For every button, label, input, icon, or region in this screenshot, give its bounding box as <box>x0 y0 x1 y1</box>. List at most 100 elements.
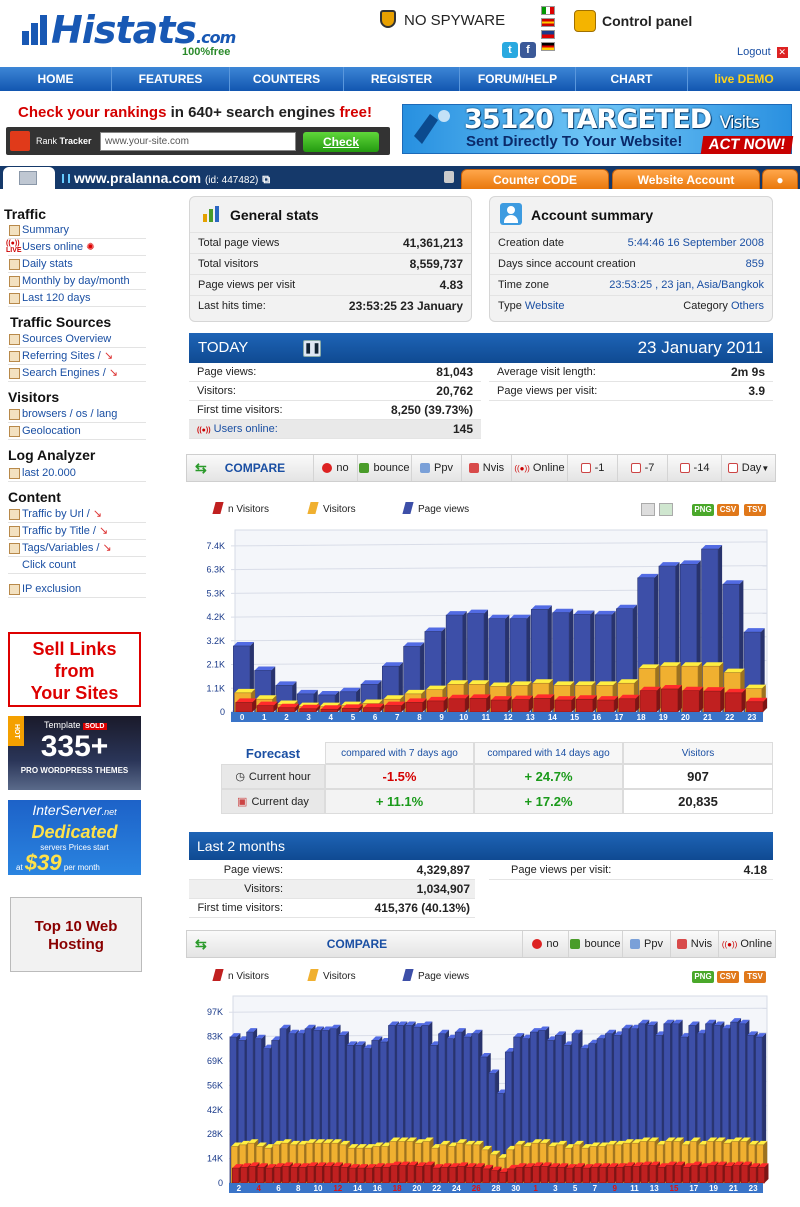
last2-ppv-label: Page views per visit: <box>511 864 612 876</box>
sidebar-item-sources-overview[interactable]: Sources Overview <box>8 331 146 348</box>
tab-help[interactable]: ● <box>762 169 798 189</box>
legend2-visitors[interactable]: Visitors <box>307 969 356 982</box>
sidebar-item-traffic-url[interactable]: Traffic by Url / ↘ <box>8 506 146 523</box>
png-button[interactable]: PNG <box>692 504 714 516</box>
compare-day-select[interactable]: Day ▼ <box>721 455 775 481</box>
compare-bounce[interactable]: bounce <box>357 455 411 481</box>
ad-top10-line1: Top 10 Web <box>34 918 118 935</box>
compare-online[interactable]: ((●)) Online <box>511 455 567 481</box>
compare2-no[interactable]: no <box>522 931 568 957</box>
account-category-link[interactable]: Others <box>731 300 764 312</box>
sidebar-item-click-count[interactable]: Click count <box>8 557 146 574</box>
flag-germany-icon[interactable] <box>541 42 555 51</box>
nav-features[interactable]: FEATURES <box>112 67 230 91</box>
logo-suffix: .com <box>196 28 236 47</box>
legend-pageviews[interactable]: Page views <box>402 502 469 515</box>
legend-nvisitors[interactable]: n Visitors <box>212 502 269 515</box>
chart-bar <box>278 707 296 713</box>
sidebar-item-tags[interactable]: Tags/Variables / ↘ <box>8 540 146 557</box>
legend-visitors[interactable]: Visitors <box>307 502 356 515</box>
today-row-online[interactable]: ((●)) Users online: 145 <box>189 420 481 439</box>
sidebar-item-traffic-title[interactable]: Traffic by Title / ↘ <box>8 523 146 540</box>
nav-counters[interactable]: COUNTERS <box>230 67 344 91</box>
sidebar-item-summary[interactable]: Summary <box>8 222 146 239</box>
nav-forum-help[interactable]: FORUM/HELP <box>460 67 576 91</box>
nav-register[interactable]: REGISTER <box>344 67 460 91</box>
flag-uk-icon[interactable] <box>541 30 555 39</box>
sidebar-item-referring-sites[interactable]: Referring Sites / ↘ <box>8 348 146 365</box>
ad-wordpress-themes[interactable]: HOT Template SOLD 335+ PRO WORDPRESS THE… <box>8 716 141 790</box>
sidebar-item-search-engines[interactable]: Search Engines / ↘ <box>8 365 146 382</box>
chart-bar <box>565 1167 573 1184</box>
tsv-button-2[interactable]: TSV <box>744 971 766 983</box>
sidebar-item-geolocation[interactable]: Geolocation <box>8 423 146 440</box>
compare-day-label: Day <box>741 462 762 474</box>
sidebar-item-users-online[interactable]: ((●)) LIVE Users online ✺ <box>6 239 146 256</box>
chart-type-area-icon[interactable] <box>659 503 673 516</box>
flag-italy-icon[interactable] <box>541 6 555 15</box>
tab-website-account[interactable]: Website Account <box>612 169 760 189</box>
nav-home[interactable]: HOME <box>0 67 112 91</box>
compare2-bounce[interactable]: bounce <box>568 931 622 957</box>
account-type-link[interactable]: Website <box>525 300 565 312</box>
close-icon[interactable]: ✕ <box>776 47 788 58</box>
ad-interserver[interactable]: InterServer.net Dedicated servers Prices… <box>8 800 141 875</box>
flag-spain-icon[interactable] <box>541 18 555 27</box>
facebook-icon[interactable]: f <box>520 42 536 58</box>
compare-no[interactable]: no <box>313 455 357 481</box>
legend2-pageviews[interactable]: Page views <box>402 969 469 982</box>
csv-button[interactable]: CSV <box>717 504 739 516</box>
csv-button-2[interactable]: CSV <box>717 971 739 983</box>
twitter-icon[interactable]: t <box>502 42 518 58</box>
chart-y-tick-label: 2.1K <box>206 660 225 670</box>
compare-minus1[interactable]: -1 <box>567 455 617 481</box>
no-icon <box>322 463 333 473</box>
clock-icon: ◷ <box>235 771 245 783</box>
ad-top10-hosting[interactable]: Top 10 Web Hosting <box>10 897 142 972</box>
png-button-2[interactable]: PNG <box>692 971 714 983</box>
sidebar-item-last120[interactable]: Last 120 days <box>8 290 146 307</box>
site-tab[interactable] <box>3 167 55 189</box>
tab-counter-code[interactable]: Counter CODE <box>461 169 609 189</box>
refresh-icon[interactable]: ⇆ <box>195 936 207 953</box>
tsv-button[interactable]: TSV <box>744 504 766 516</box>
trend-icon: ↘ <box>108 367 119 379</box>
compare2-ppv[interactable]: Ppv <box>622 931 670 957</box>
sidebar-item-monthly[interactable]: Monthly by day/month <box>8 273 146 290</box>
logout-text[interactable]: Logout <box>737 46 771 58</box>
ad-interserver-name: InterServer.net <box>8 802 141 818</box>
chart-type-bar-icon[interactable] <box>641 503 655 516</box>
chart-bar <box>599 1166 607 1184</box>
compare-minus14[interactable]: -14 <box>667 455 721 481</box>
sidebar-item-ip-exclusion[interactable]: IP exclusion <box>8 581 146 598</box>
chart-x-tick-label: 14 <box>353 1184 362 1193</box>
chart-bar <box>574 1166 582 1184</box>
sidebar-item-browsers[interactable]: browsers / os / lang <box>8 406 146 423</box>
sidebar-item-last20000[interactable]: last 20.000 <box>8 465 146 482</box>
chart-bar <box>256 705 274 713</box>
rank-url-input[interactable]: www.your-site.com <box>100 132 296 151</box>
external-link-icon[interactable]: ⧉ <box>262 174 270 186</box>
legend2-nvisitors[interactable]: n Visitors <box>212 969 269 982</box>
compare-online-label: Online <box>532 462 565 474</box>
nav-live-demo[interactable]: live DEMO <box>688 67 800 91</box>
rank-tracker-label: Rank Tracker <box>36 136 92 146</box>
refresh-icon[interactable]: ⇆ <box>195 460 207 477</box>
ad-pro-wp: PRO WORDPRESS THEMES <box>20 766 129 775</box>
compare-minus7[interactable]: -7 <box>617 455 667 481</box>
nav-chart[interactable]: CHART <box>576 67 688 91</box>
logout-link[interactable]: Logout ✕ <box>737 46 788 58</box>
sidebar-item-daily[interactable]: Daily stats <box>8 256 146 273</box>
sidebar-label-users-online: Users online <box>22 241 84 253</box>
control-panel-link[interactable]: Control panel <box>574 10 692 32</box>
act-now-button[interactable]: ACT NOW! <box>700 136 794 154</box>
compare-nvis[interactable]: Nvis <box>461 455 511 481</box>
pause-button[interactable]: ❚❚ <box>303 340 321 357</box>
compare-ppv[interactable]: Ppv <box>411 455 461 481</box>
rank-check-button[interactable]: Check <box>303 132 379 152</box>
compare2-nvis[interactable]: Nvis <box>670 931 718 957</box>
rank-headline[interactable]: Check your rankings in 640+ search engin… <box>0 104 390 121</box>
chart-bar <box>373 1166 381 1184</box>
compare2-online[interactable]: ((●)) Online <box>718 931 775 957</box>
ad-sell-links[interactable]: Sell Links from Your Sites <box>8 632 141 707</box>
